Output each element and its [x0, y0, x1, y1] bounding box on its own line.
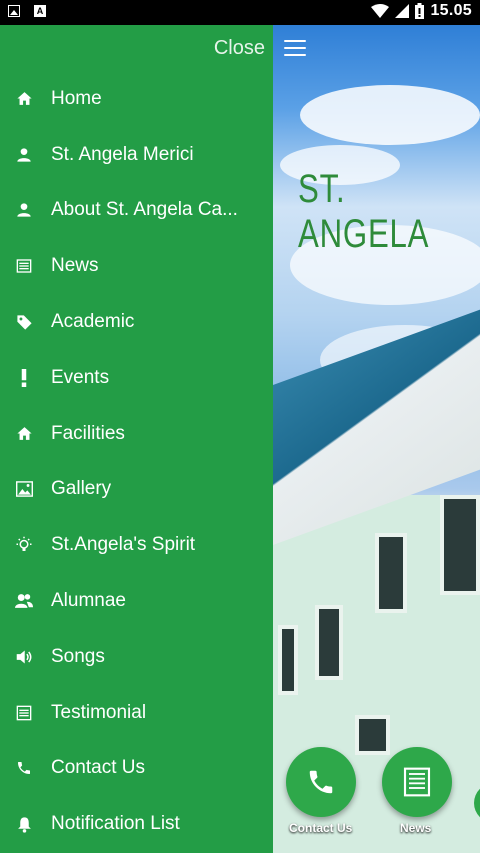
group-icon: [14, 591, 34, 611]
menu-item-gallery[interactable]: Gallery: [0, 462, 273, 518]
status-time: 15.05: [430, 2, 472, 19]
building-window: [315, 605, 343, 680]
menu-item-facilities[interactable]: Facilities: [0, 406, 273, 462]
menu-item-label: Contact Us: [51, 757, 145, 779]
phone-icon: [14, 758, 34, 778]
menu-item-academic[interactable]: Academic: [0, 294, 273, 350]
menu-item-label: Facilities: [51, 422, 125, 444]
newspaper-icon: [14, 256, 34, 276]
newspaper-icon: [403, 767, 431, 797]
contact-us-fab[interactable]: [286, 747, 356, 817]
speaker-icon: [14, 647, 34, 667]
building-window: [278, 625, 298, 695]
brand-title: ST. ANGELA: [298, 167, 430, 256]
menu-item-label: News: [51, 255, 99, 277]
menu-item-label: Notification List: [51, 813, 180, 835]
news-fab[interactable]: [382, 747, 452, 817]
menu-item-label: St. Angela Merici: [51, 143, 194, 165]
lightbulb-icon: [14, 535, 34, 555]
news-fab-label: News: [400, 821, 432, 835]
person-icon: [14, 145, 34, 165]
signal-icon: [395, 4, 410, 18]
battery-icon: [415, 3, 425, 19]
menu-item-st-angela-merici[interactable]: St. Angela Merici: [0, 127, 273, 183]
picture-icon: [14, 479, 34, 499]
building-window: [355, 715, 390, 755]
tag-icon: [14, 312, 34, 332]
exclamation-icon: [14, 368, 34, 388]
menu-item-contact-us[interactable]: Contact Us: [0, 741, 273, 797]
menu-item-label: Testimonial: [51, 701, 147, 723]
person-icon: [14, 200, 34, 220]
image-notification-icon: [8, 5, 20, 17]
cloud: [300, 85, 480, 145]
menu-item-testimonial[interactable]: Testimonial: [0, 685, 273, 741]
menu-item-label: Academic: [51, 311, 135, 333]
menu-item-alumnae[interactable]: Alumnae: [0, 573, 273, 629]
bell-icon: [14, 814, 34, 834]
list-icon: [14, 703, 34, 723]
menu-item-events[interactable]: Events: [0, 350, 273, 406]
wifi-icon: [371, 4, 390, 18]
menu-item-label: Events: [51, 366, 110, 388]
phone-icon: [309, 770, 333, 794]
menu-item-label: Alumnae: [51, 590, 126, 612]
home-icon: [14, 424, 34, 444]
menu-item-notification-list[interactable]: Notification List: [0, 796, 273, 852]
menu-item-label: Gallery: [51, 478, 112, 500]
navigation-drawer: Close Home St. Angela Merici About St. A…: [0, 25, 273, 853]
a-notification-icon: A: [34, 5, 46, 17]
hamburger-menu-button[interactable]: [284, 40, 306, 61]
menu-item-label: St.Angela's Spirit: [51, 534, 196, 556]
menu-item-label: About St. Angela Ca...: [51, 199, 238, 221]
contact-us-fab-label: Contact Us: [289, 821, 353, 835]
menu-item-home[interactable]: Home: [0, 71, 273, 127]
building-window: [440, 495, 480, 595]
menu-item-songs[interactable]: Songs: [0, 629, 273, 685]
menu-item-label: Songs: [51, 645, 105, 667]
menu-item-about[interactable]: About St. Angela Ca...: [0, 183, 273, 239]
home-icon: [14, 89, 34, 109]
menu-item-news[interactable]: News: [0, 238, 273, 294]
close-button[interactable]: Close: [214, 37, 265, 60]
building-window: [375, 533, 407, 613]
drawer-header: Close: [0, 25, 273, 71]
menu-item-spirit[interactable]: St.Angela's Spirit: [0, 517, 273, 573]
menu-item-label: Home: [51, 87, 102, 109]
status-bar: A 15.05: [0, 0, 480, 25]
drawer-menu: Home St. Angela Merici About St. Angela …: [0, 71, 273, 852]
